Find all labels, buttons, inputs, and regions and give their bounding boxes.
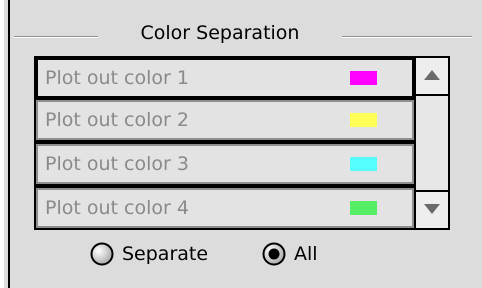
down-triangle-icon <box>424 204 440 214</box>
color-swatch <box>350 71 377 85</box>
scroll-down-button[interactable] <box>416 190 448 228</box>
group-divider-right <box>342 36 472 37</box>
group-divider-left <box>14 36 98 37</box>
list-scrollbar[interactable] <box>414 58 448 228</box>
panel-left-edge <box>0 0 4 288</box>
list-item-color-3[interactable]: Plot out color 3 <box>36 144 414 184</box>
up-triangle-icon <box>424 70 440 80</box>
all-radio-button[interactable] <box>262 242 286 266</box>
list-item-label: Plot out color 3 <box>45 153 189 175</box>
separate-label: Separate <box>122 243 209 265</box>
color-separation-panel: Color Separation Plot out color 1 Plot o… <box>0 0 482 288</box>
color-swatch <box>350 201 377 215</box>
color-list: Plot out color 1 Plot out color 2 Plot o… <box>34 56 450 230</box>
list-item-label: Plot out color 2 <box>45 109 189 131</box>
list-item-color-1[interactable]: Plot out color 1 <box>36 58 414 98</box>
scroll-up-button[interactable] <box>416 58 448 96</box>
list-item-label: Plot out color 1 <box>45 67 189 89</box>
color-swatch <box>350 113 377 127</box>
color-list-items: Plot out color 1 Plot out color 2 Plot o… <box>36 58 414 228</box>
list-item-color-2[interactable]: Plot out color 2 <box>36 100 414 140</box>
list-item-color-4[interactable]: Plot out color 4 <box>36 188 414 228</box>
panel-left-border <box>8 0 10 288</box>
list-item-label: Plot out color 4 <box>45 197 189 219</box>
color-swatch <box>350 157 377 171</box>
separate-radio-button[interactable] <box>90 242 114 266</box>
all-label: All <box>294 243 318 265</box>
group-title: Color Separation <box>140 22 300 44</box>
radio-selected-dot <box>268 248 280 260</box>
